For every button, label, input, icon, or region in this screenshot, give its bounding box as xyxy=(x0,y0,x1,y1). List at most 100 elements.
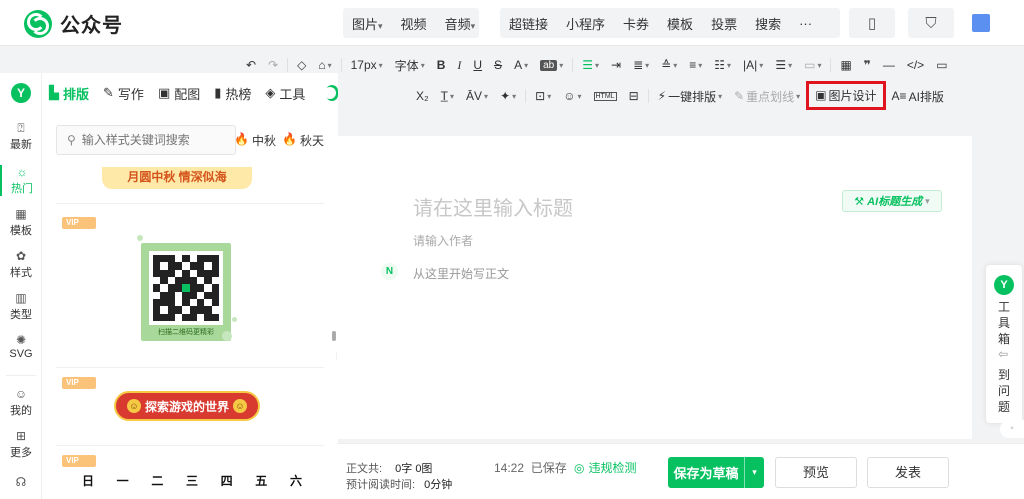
outdent-icon[interactable]: ≣ ▾ xyxy=(627,58,655,72)
insert-audio-menu[interactable]: 音频▾ xyxy=(436,14,485,33)
publish-button[interactable]: 发表 xyxy=(867,457,949,488)
insert-search[interactable]: 搜索 xyxy=(746,14,790,33)
strikethrough-button[interactable]: S xyxy=(488,58,508,72)
list-icon[interactable]: ☰ ▾ xyxy=(769,58,798,72)
toolbox-logo-icon: Y xyxy=(994,275,1014,295)
divider-icon[interactable]: — xyxy=(877,58,901,72)
sidebar-item-template[interactable]: ▦ 模板 xyxy=(0,207,42,238)
sidebar-item-more[interactable]: ⊞ 更多 xyxy=(0,429,42,460)
indent-icon[interactable]: ⇥ xyxy=(605,58,627,72)
hot-tag-mid-autumn[interactable]: 🔥 中秋 xyxy=(234,132,276,149)
lightning-icon: ⚡ xyxy=(657,89,667,103)
layout-icon: ▙ xyxy=(49,85,59,100)
chevron-down-icon[interactable]: ▾ xyxy=(744,457,764,488)
save-draft-button[interactable]: 保存为草稿 ▾ xyxy=(668,457,764,488)
avatar-icon[interactable] xyxy=(958,8,1004,38)
article-editor: 请在这里输入标题 ⚒ AI标题生成 ▾ 请输入作者 N 从这里开始写正文 xyxy=(337,136,972,439)
bold-button[interactable]: B xyxy=(431,58,452,72)
sidebar-item-hot[interactable]: ☼ 热门 xyxy=(0,165,42,196)
magic-wand-icon[interactable]: ✦ ▾ xyxy=(494,89,522,103)
author-input[interactable]: 请输入作者 xyxy=(413,232,473,249)
undo-icon[interactable]: ↶ xyxy=(240,58,262,72)
html-icon[interactable]: HTML xyxy=(588,91,623,101)
sidebar-item-latest[interactable]: ⍰ 最新 xyxy=(0,121,42,152)
sidebar-item-style[interactable]: ✿ 样式 xyxy=(0,249,42,280)
chart-icon[interactable]: ⊡ ▾ xyxy=(529,89,557,103)
insert-image-menu[interactable]: 图片▾ xyxy=(343,14,392,33)
compliance-check-button[interactable]: ◎ 违规检测 xyxy=(574,459,637,476)
quote-icon[interactable]: ❞ xyxy=(858,58,877,72)
style-item-mid-autumn-banner[interactable]: 月圆中秋 情深似海 xyxy=(102,167,252,189)
background-color-button[interactable]: ab ▾ xyxy=(534,59,569,71)
arrow-left-icon: ⇦ xyxy=(998,347,1009,361)
left-sidebar: Y ⍰ 最新 ☼ 热门 ▦ 模板 ✿ 样式 ▥ 类型 ✺ SVG ☺ 我的 ⊞ 更多 ☊ xyxy=(0,73,42,499)
emoji-icon[interactable]: ☺ ▾ xyxy=(557,89,587,103)
tab-hotlist[interactable]: ▮ 热榜 xyxy=(207,73,258,113)
char-spacing-icon[interactable]: ĀV ▾ xyxy=(460,89,494,103)
sidebar-item-mine[interactable]: ☺ 我的 xyxy=(0,387,42,418)
plugin-logo-icon[interactable]: Y xyxy=(11,83,31,103)
hot-tag-autumn[interactable]: 🔥 秋天 xyxy=(282,132,324,149)
sidebar-item-svg[interactable]: ✺ SVG xyxy=(0,333,42,360)
insert-video-menu[interactable]: 视频 xyxy=(392,14,436,33)
paragraph-spacing-icon[interactable]: ≡ ▾ xyxy=(683,58,708,72)
style-search-input[interactable] xyxy=(81,133,222,147)
format-painter-icon[interactable]: ◇ xyxy=(291,58,312,72)
insert-coupon[interactable]: 卡券 xyxy=(614,14,658,33)
tab-writing[interactable]: ✎ 写作 xyxy=(96,73,151,113)
font-size-select[interactable]: 17px ▾ xyxy=(345,58,389,72)
shield-icon[interactable]: ⛉ xyxy=(908,8,954,38)
code-icon[interactable]: </> xyxy=(901,58,930,72)
tab-images[interactable]: ▣ 配图 xyxy=(151,73,207,113)
panel-scrollbar[interactable] xyxy=(332,331,336,341)
more-tools-icon[interactable]: ▭ xyxy=(930,58,953,72)
sidebar-item-type[interactable]: ▥ 类型 xyxy=(0,291,42,322)
style-item-game-banner[interactable]: ☺ 探索游戏的世界 ☺ xyxy=(114,391,260,421)
style-item-calendar[interactable]: 日一二三四五六 xyxy=(82,472,302,489)
one-click-layout-button[interactable]: ⚡ 一键排版 ▾ xyxy=(652,88,728,105)
briefcase-icon[interactable]: ⊟ xyxy=(623,89,645,103)
more-menu[interactable]: ··· xyxy=(790,16,821,31)
underline-button[interactable]: U xyxy=(467,58,488,72)
style-item-qr-code[interactable]: 扫描二维码更精彩 xyxy=(141,243,231,341)
insert-vote[interactable]: 投票 xyxy=(702,14,746,33)
table-icon[interactable]: ▦ xyxy=(834,58,857,72)
clear-format-icon[interactable]: ⌂ ▾ xyxy=(312,58,337,72)
spacing-icon[interactable]: ☷ ▾ xyxy=(708,58,737,72)
font-family-select[interactable]: 字体 ▾ xyxy=(389,57,431,74)
tab-layout[interactable]: ▙ 排版 xyxy=(42,73,96,113)
image-icon: ▣ xyxy=(815,88,827,102)
insert-hyperlink[interactable]: 超链接 xyxy=(500,14,557,33)
title-input[interactable]: 请在这里输入标题 xyxy=(413,192,573,221)
ai-title-generate-button[interactable]: ⚒ AI标题生成 ▾ xyxy=(842,190,942,212)
panel-toggle[interactable] xyxy=(324,85,338,101)
ai-layout-button[interactable]: A≡ AI排版 xyxy=(886,88,950,105)
app-logo[interactable]: 公众号 xyxy=(24,9,123,38)
headset-icon[interactable]: ☊ xyxy=(0,475,42,490)
tab-tools[interactable]: ◈ 工具 xyxy=(258,73,312,113)
type-icon: ▥ xyxy=(15,291,27,305)
phone-preview-icon[interactable]: ▯ xyxy=(849,8,895,38)
picture-design-button[interactable]: ▣ 图片设计 xyxy=(806,80,886,110)
block-icon[interactable]: ▭ ▾ xyxy=(798,58,827,72)
hot-icon: ☼ xyxy=(16,165,28,179)
line-height-icon[interactable]: ≙ ▾ xyxy=(655,58,683,72)
side-tab[interactable]: ◦ xyxy=(1000,420,1024,438)
shield-check-icon: ◎ xyxy=(574,460,585,475)
body-input[interactable]: 从这里开始写正文 xyxy=(413,265,509,282)
ai-assistant-icon[interactable]: N xyxy=(381,263,398,280)
style-search-box[interactable]: ⚲ xyxy=(56,125,236,155)
letter-spacing-icon[interactable]: |A| ▾ xyxy=(737,58,769,72)
app-name: 公众号 xyxy=(60,15,123,37)
font-color-button[interactable]: A ▾ xyxy=(508,58,534,72)
text-box-icon[interactable]: T̲ ▾ xyxy=(435,89,460,103)
insert-template[interactable]: 模板 xyxy=(658,14,702,33)
italic-button[interactable]: I xyxy=(451,58,467,73)
insert-mini-program[interactable]: 小程序 xyxy=(557,14,614,33)
preview-button[interactable]: 预览 xyxy=(775,457,857,488)
redo-icon[interactable]: ↷ xyxy=(262,58,284,72)
align-left-icon[interactable]: ☰ ▾ xyxy=(576,58,605,72)
highlight-line-button[interactable]: ✎ 重点划线 ▾ xyxy=(728,88,806,105)
subscript-button[interactable]: X₂ xyxy=(410,89,435,103)
floating-toolbox[interactable]: Y 工 具 箱 ⇦ 到 问 题 xyxy=(986,265,1022,423)
